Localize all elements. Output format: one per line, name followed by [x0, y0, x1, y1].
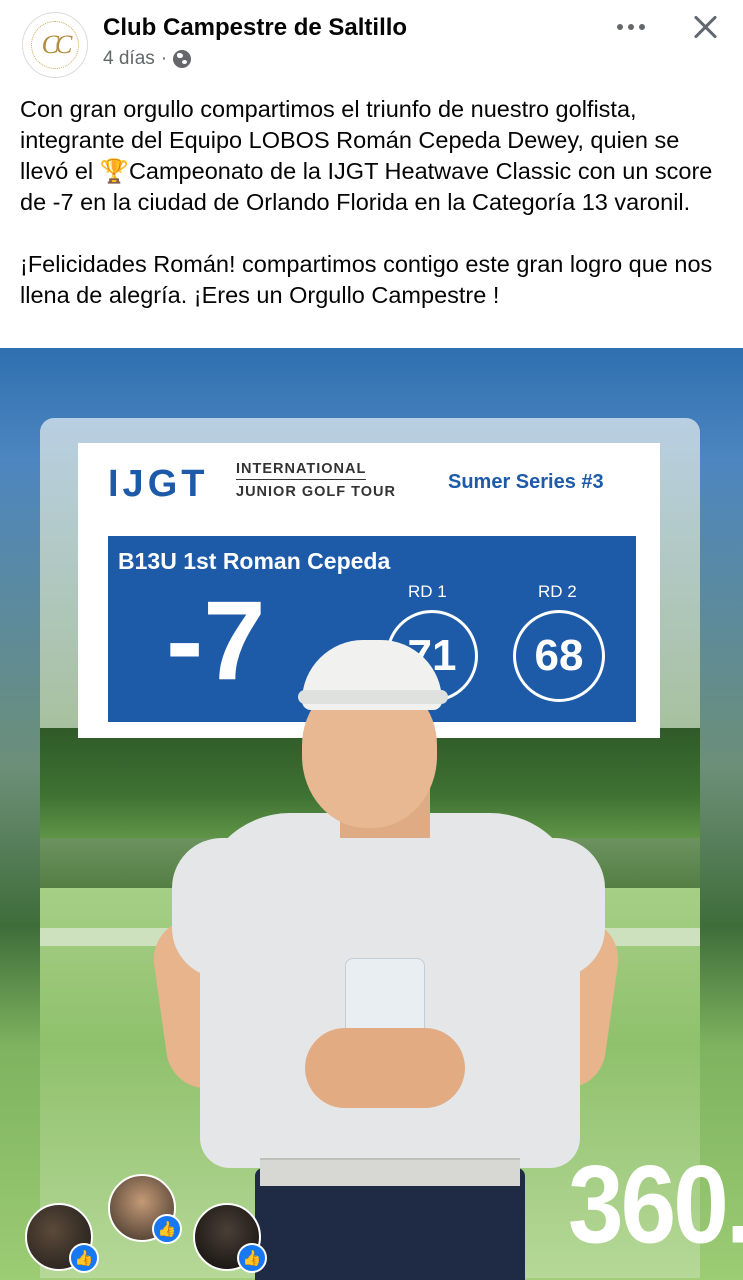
- close-icon[interactable]: [687, 8, 725, 46]
- meta-separator: ·: [160, 48, 168, 69]
- post-paragraph-1: Con gran orgullo compartimos el triunfo …: [20, 96, 713, 215]
- ijgt-logo: IJGT: [108, 463, 209, 505]
- post-header: CC Club Campestre de Saltillo 4 días ·: [0, 0, 743, 84]
- golfer-figure: [148, 628, 624, 1280]
- golfer-cap-brim: [298, 690, 448, 704]
- golfer-belt: [260, 1158, 520, 1186]
- globe-icon: [173, 50, 192, 68]
- page-avatar[interactable]: CC: [22, 12, 88, 78]
- golfer-right-sleeve: [500, 838, 605, 978]
- tour-name-line-1: INTERNATIONAL: [236, 461, 367, 480]
- post-timestamp[interactable]: 4 días: [103, 48, 155, 70]
- avatar-ring: [31, 21, 79, 69]
- like-icon: 👍: [69, 1243, 99, 1273]
- post-text: Con gran orgullo compartimos el triunfo …: [20, 94, 725, 311]
- golfer-left-sleeve: [172, 838, 277, 978]
- more-options-icon[interactable]: [610, 14, 652, 40]
- dot: [628, 24, 634, 30]
- round-1-label: RD 1: [408, 582, 447, 601]
- post-photo[interactable]: IJGT INTERNATIONAL JUNIOR GOLF TOUR Sume…: [0, 348, 743, 1280]
- tour-name-line-2: JUNIOR GOLF TOUR: [236, 484, 396, 500]
- golfer-hands: [305, 1028, 465, 1108]
- reactor-avatar[interactable]: 👍: [193, 1203, 267, 1273]
- dot: [617, 24, 623, 30]
- player-line: B13U 1st Roman Cepeda: [118, 548, 391, 574]
- reactor-avatar[interactable]: 👍: [25, 1203, 99, 1273]
- reactor-avatar[interactable]: 👍: [108, 1174, 182, 1244]
- watermark-360: 360.: [568, 1143, 743, 1267]
- post-meta: 4 días ·: [103, 48, 192, 70]
- dot: [639, 24, 645, 30]
- series-title: Sumer Series #3: [448, 471, 604, 493]
- like-icon: 👍: [152, 1214, 182, 1244]
- post-paragraph-2: ¡Felicidades Román! compartimos contigo …: [20, 251, 713, 308]
- page-name[interactable]: Club Campestre de Saltillo: [103, 14, 407, 42]
- round-2-label: RD 2: [538, 582, 577, 601]
- like-icon: 👍: [237, 1243, 267, 1273]
